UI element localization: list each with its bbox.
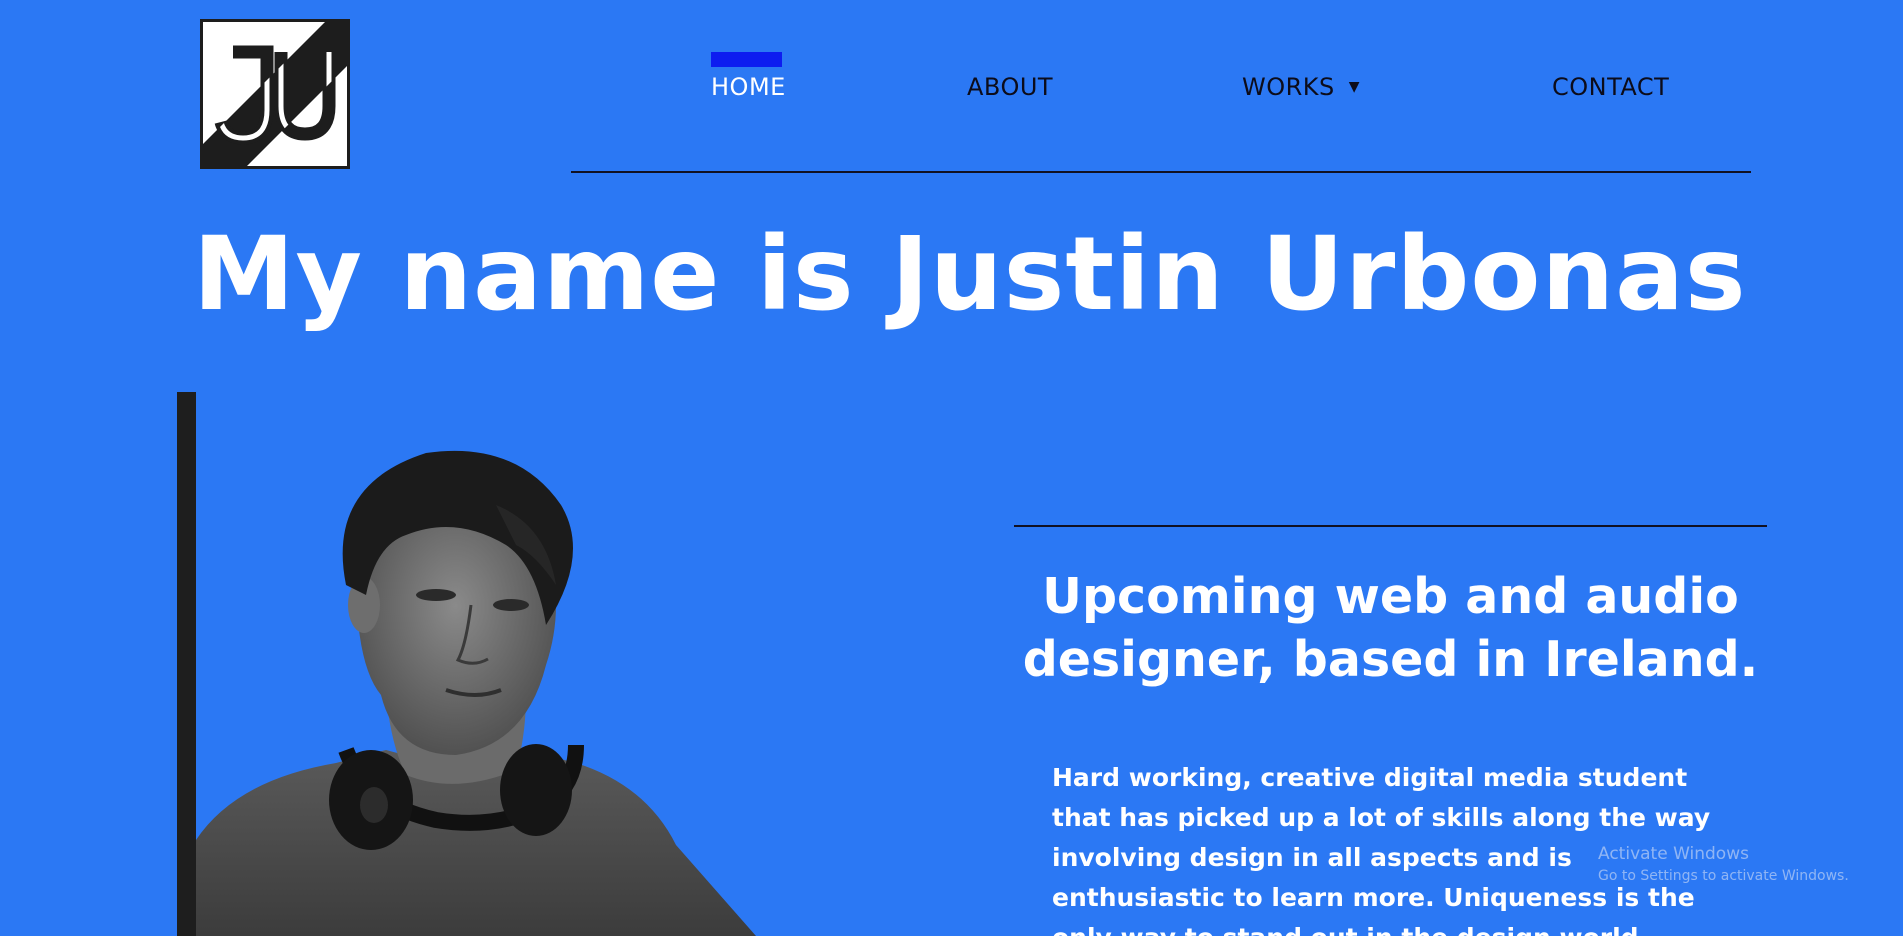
nav-item-about[interactable]: ABOUT	[967, 70, 1053, 104]
nav-item-label: ABOUT	[967, 73, 1054, 101]
nav-item-contact[interactable]: CONTACT	[1552, 70, 1669, 104]
hero-title: My name is Justin Urbonas	[193, 215, 1747, 334]
bio-paragraph: Hard working, creative digital media stu…	[1052, 763, 1711, 936]
tagline-heading: Upcoming web and audio designer, based i…	[1022, 568, 1759, 688]
page: HOME ABOUT WORKS ▼ CONTACT My name is Jus…	[0, 0, 1903, 936]
portrait-photo	[196, 445, 776, 936]
caret-down-icon: ▼	[1348, 79, 1361, 95]
nav-divider	[571, 171, 1751, 173]
nav-item-label: HOME	[711, 73, 786, 101]
site-logo[interactable]	[200, 19, 350, 169]
nav-item-label: WORKS	[1242, 73, 1335, 101]
nav-item-works[interactable]: WORKS ▼	[1242, 70, 1360, 104]
section-divider	[1014, 525, 1767, 527]
nav-item-label: CONTACT	[1552, 73, 1670, 101]
ju-monogram-logo	[203, 22, 347, 166]
person-portrait-image	[196, 450, 756, 936]
nav-item-home[interactable]: HOME	[711, 70, 786, 104]
nav-active-indicator	[711, 52, 782, 67]
vertical-accent-bar	[177, 392, 196, 936]
